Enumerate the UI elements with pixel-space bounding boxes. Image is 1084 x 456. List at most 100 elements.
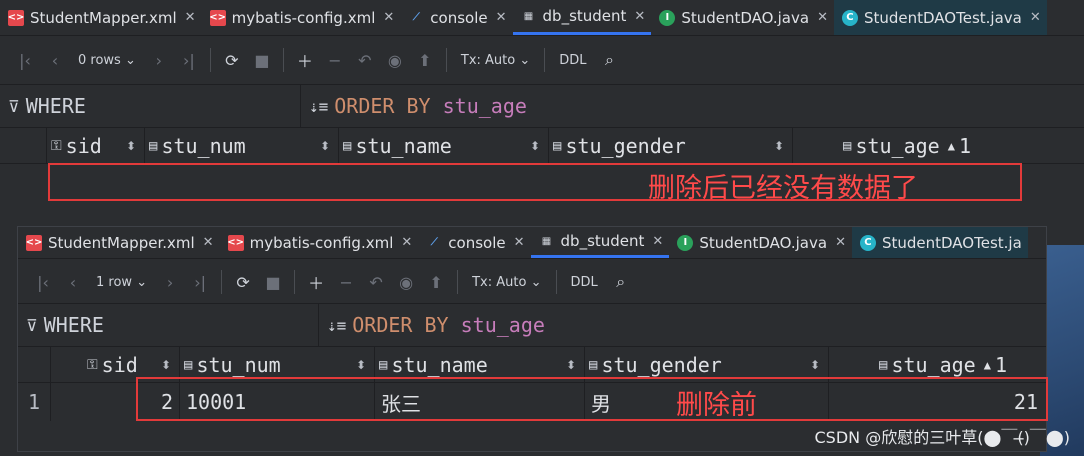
toolbar-divider [209,48,211,72]
toolbar-divider [294,270,296,294]
toolbar-divider [221,270,223,294]
sort-arrows-icon[interactable]: ⬍ [566,358,576,372]
column-icon: ▤ [589,356,598,373]
tab-db-student[interactable]: ▦ db_student ✕ [512,0,652,35]
annotation-text: 删除后已经没有数据了 [648,173,918,204]
sort-arrows-icon[interactable]: ⬍ [530,139,540,153]
toolbar-divider [282,48,284,72]
rows-count-dropdown[interactable]: 1 row ⌄ [92,271,151,293]
tab-console[interactable]: ⟋ console ✕ [418,227,530,258]
column-header-stu-gender[interactable]: ▤ stu_gender ⬍ [549,128,793,163]
test-class-icon: C [859,234,876,251]
sort-arrows-icon[interactable]: ⬍ [810,358,820,372]
tab-db-student[interactable]: ▦ db_student ✕ [530,227,670,258]
tab-studentmapper-xml[interactable]: <> StudentMapper.xml ✕ [18,227,220,258]
row-number: 1 [18,383,51,421]
order-by-input[interactable]: ⇣≡ ORDER BY stu_age [301,85,527,127]
prev-page-icon[interactable]: ‹ [44,49,66,71]
view-icon[interactable]: ◉ [384,49,406,71]
column-icon: ▤ [343,137,352,154]
first-page-icon[interactable]: |‹ [32,271,54,293]
tx-mode-dropdown[interactable]: Tx: Auto ⌄ [457,49,534,71]
add-row-icon[interactable]: ＋ [294,49,316,71]
next-page-icon[interactable]: › [148,49,170,71]
search-icon[interactable]: ⌕ [610,271,632,293]
close-icon[interactable]: ✕ [401,235,412,250]
close-icon[interactable]: ✕ [634,9,645,24]
sort-icon: ⇣≡ [327,315,347,335]
tx-mode-dropdown[interactable]: Tx: Auto ⌄ [468,271,545,293]
delete-row-icon[interactable]: − [324,49,346,71]
close-icon[interactable]: ✕ [652,234,663,249]
test-class-icon: C [841,9,858,26]
tab-console[interactable]: ⟋ console ✕ [400,0,512,35]
xml-file-icon: <> [209,9,226,26]
tab-mybatis-config-xml[interactable]: <> mybatis-config.xml ✕ [202,0,401,35]
close-icon[interactable]: ✕ [185,10,196,25]
primary-key-icon: ⚿ [51,137,62,154]
row-number-header [0,128,47,163]
column-header-sid[interactable]: ⚿ sid ⬍ [47,128,145,163]
where-filter-input[interactable]: ⊽ WHERE [18,304,319,346]
db-editor-panel-before: <> StudentMapper.xml ✕ <> mybatis-config.xm… [17,226,1048,452]
close-icon[interactable]: ✕ [496,10,507,25]
revert-icon[interactable]: ↶ [354,49,376,71]
column-header-stu-name[interactable]: ▤ stu_name ⬍ [339,128,549,163]
db-editor-panel-after: <> StudentMapper.xml ✕ <> mybatis-config.xm… [0,0,1084,205]
next-page-icon[interactable]: › [159,271,181,293]
submit-icon[interactable]: ⬆ [425,271,447,293]
refresh-icon[interactable]: ⟳ [221,49,243,71]
close-icon[interactable]: ✕ [514,235,525,250]
last-page-icon[interactable]: ›| [189,271,211,293]
tab-studentdaotest-java[interactable]: C StudentDAOTest.java ✕ [833,0,1047,35]
toolbar-divider [457,270,459,294]
submit-icon[interactable]: ⬆ [414,49,436,71]
close-icon[interactable]: ✕ [1030,10,1041,25]
column-icon: ▤ [149,137,158,154]
last-page-icon[interactable]: ›| [178,49,200,71]
where-filter-input[interactable]: ⊽ WHERE [0,85,301,127]
close-icon[interactable]: ✕ [383,10,394,25]
tab-studentdaotest-java[interactable]: C StudentDAOTest.ja [851,227,1028,258]
delete-row-icon[interactable]: − [335,271,357,293]
tab-mybatis-config-xml[interactable]: <> mybatis-config.xml ✕ [220,227,419,258]
column-icon: ▤ [843,137,852,154]
close-icon[interactable]: ✕ [835,235,846,250]
tab-studentdao-java[interactable]: I StudentDAO.java ✕ [651,0,834,35]
revert-icon[interactable]: ↶ [365,271,387,293]
sort-arrows-icon[interactable]: ⬍ [161,358,171,372]
column-icon: ▤ [553,137,562,154]
chevron-down-icon: ⌄ [136,274,148,290]
stop-icon[interactable]: ■ [251,49,273,71]
prev-page-icon[interactable]: ‹ [62,271,84,293]
first-page-icon[interactable]: |‹ [14,49,36,71]
console-icon: ⟋ [412,12,420,23]
editor-tab-bar: <> StudentMapper.xml ✕ <> mybatis-config.xm… [18,227,1046,259]
xml-file-icon: <> [227,234,244,251]
tab-studentdao-java[interactable]: I StudentDAO.java ✕ [669,227,852,258]
order-by-input[interactable]: ⇣≡ ORDER BY stu_age [319,304,545,346]
chevron-down-icon: ⌄ [530,274,542,290]
sort-arrows-icon[interactable]: ⬍ [126,139,136,153]
filter-icon: ⊽ [8,96,20,116]
sort-arrows-icon[interactable]: ⬍ [356,358,366,372]
close-icon[interactable]: ✕ [203,235,214,250]
refresh-icon[interactable]: ⟳ [232,271,254,293]
add-row-icon[interactable]: ＋ [305,271,327,293]
sort-arrows-icon[interactable]: ⬍ [320,139,330,153]
toolbar-divider [555,270,557,294]
search-icon[interactable]: ⌕ [599,49,621,71]
annotation-box [136,377,1048,421]
column-header-stu-num[interactable]: ▤ stu_num ⬍ [145,128,339,163]
java-class-icon: I [677,234,694,251]
xml-file-icon: <> [26,234,42,251]
stop-icon[interactable]: ■ [262,271,284,293]
column-header-stu-age[interactable]: ▤ stu_age ▲ 1 [793,128,1084,163]
view-icon[interactable]: ◉ [395,271,417,293]
ddl-button[interactable]: DDL [567,271,602,293]
ddl-button[interactable]: DDL [555,49,590,71]
sort-arrows-icon[interactable]: ⬍ [774,139,784,153]
close-icon[interactable]: ✕ [817,10,828,25]
tab-studentmapper-xml[interactable]: <> StudentMapper.xml ✕ [0,0,202,35]
rows-count-dropdown[interactable]: 0 rows ⌄ [74,49,140,71]
